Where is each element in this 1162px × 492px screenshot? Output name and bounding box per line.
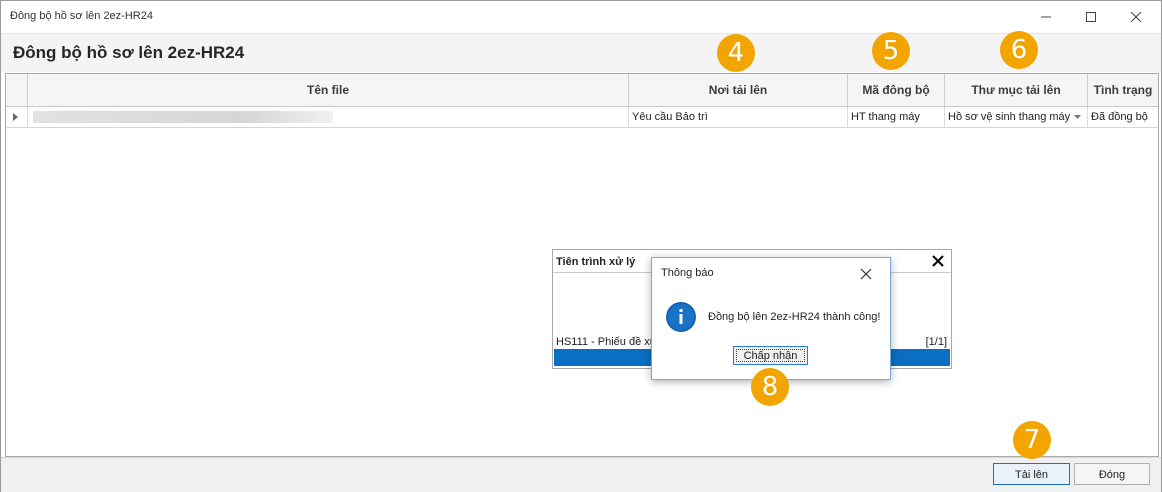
form-title: Đông bộ hồ sơ lên 2ez-HR24: [13, 43, 245, 62]
close-window-button[interactable]: [1116, 5, 1156, 29]
row-indicator[interactable]: [6, 107, 28, 127]
info-icon: [666, 302, 696, 332]
column-header-sync-code[interactable]: Mã đông bộ: [848, 74, 945, 106]
chevron-down-icon[interactable]: [1074, 115, 1081, 119]
close-icon: [932, 255, 944, 267]
form-header: Đông bộ hồ sơ lên 2ez-HR24: [1, 33, 1161, 72]
footer-bar: Tải lên Đóng: [1, 457, 1161, 492]
column-header-status[interactable]: Tình trạng: [1088, 74, 1158, 106]
column-header-upload-location[interactable]: Nơi tải lên: [629, 74, 848, 106]
step-badge-8: 8: [751, 368, 789, 406]
step-badge-7: 7: [1013, 421, 1051, 459]
minimize-button[interactable]: [1026, 5, 1066, 29]
dialog-title: Thông báo: [661, 267, 714, 279]
dialog-close-button[interactable]: [855, 264, 877, 284]
step-badge-6: 6: [1000, 31, 1038, 69]
row-indicator-header: [6, 74, 28, 106]
step-badge-5: 5: [872, 32, 910, 70]
grid-header: Tên file Nơi tải lên Mã đông bộ Thư mục …: [6, 74, 1158, 107]
minimize-icon: [1041, 16, 1051, 18]
notification-dialog: Thông báo Đồng bộ lên 2ez-HR24 thành côn…: [651, 257, 891, 380]
cell-file-name[interactable]: [28, 107, 629, 127]
sync-window: Đông bộ hồ sơ lên 2ez-HR24 Đông bộ hồ sơ…: [0, 0, 1162, 492]
title-bar: Đông bộ hồ sơ lên 2ez-HR24: [1, 1, 1161, 33]
close-icon: [860, 268, 872, 280]
close-button[interactable]: Đóng: [1074, 463, 1150, 485]
cell-sync-code[interactable]: HT thang máy: [848, 107, 945, 127]
window-title: Đông bộ hồ sơ lên 2ez-HR24: [10, 10, 153, 22]
upload-folder-value: Hồ sơ vệ sinh thang máy: [948, 111, 1071, 123]
close-icon: [1130, 11, 1142, 23]
dialog-message: Đồng bộ lên 2ez-HR24 thành công!: [708, 311, 881, 323]
progress-title: Tiên trình xử lý: [556, 256, 636, 268]
redacted-file-name: [33, 111, 333, 123]
progress-close-button[interactable]: [929, 252, 947, 270]
upload-button[interactable]: Tải lên: [993, 463, 1070, 485]
column-header-file-name[interactable]: Tên file: [28, 74, 629, 106]
step-badge-4: 4: [717, 34, 755, 72]
cell-upload-folder[interactable]: Hồ sơ vệ sinh thang máy: [945, 107, 1088, 127]
maximize-button[interactable]: [1071, 5, 1111, 29]
cell-upload-location[interactable]: Yêu cầu Bảo trì: [629, 107, 848, 127]
progress-counter: [1/1]: [925, 336, 947, 348]
row-pointer-icon: [13, 113, 18, 121]
ok-button[interactable]: Chấp nhận: [733, 346, 808, 365]
table-row[interactable]: Yêu cầu Bảo trì HT thang máy Hồ sơ vệ si…: [6, 107, 1158, 128]
cell-status[interactable]: Đã đồng bộ: [1088, 107, 1158, 127]
column-header-upload-folder[interactable]: Thư mục tải lên: [945, 74, 1088, 106]
maximize-icon: [1086, 12, 1096, 22]
progress-item-text: HS111 - Phiếu đề xu: [556, 336, 656, 348]
